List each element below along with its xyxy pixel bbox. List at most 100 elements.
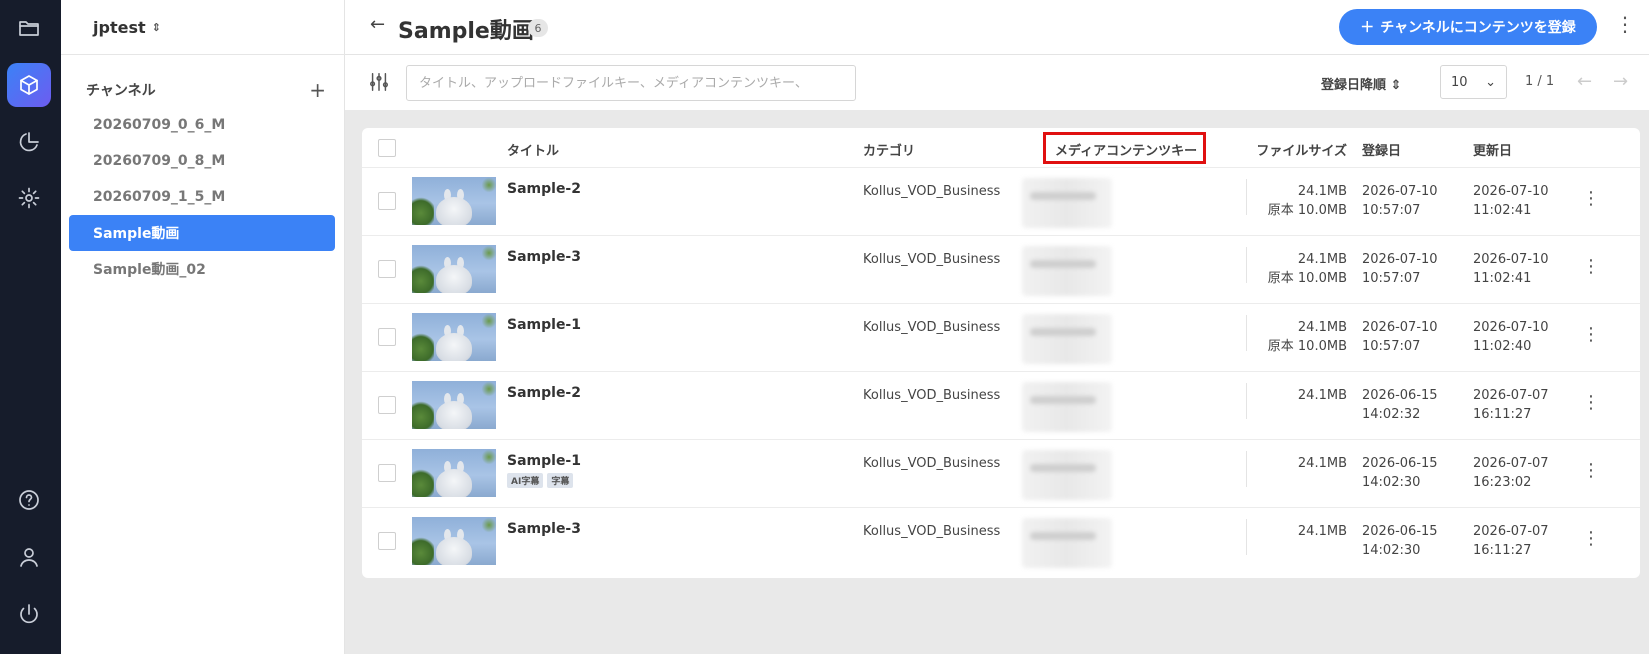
row-more-icon[interactable]: ⋮ — [1582, 530, 1600, 548]
row-checkbox[interactable] — [378, 532, 396, 550]
file-size-value: 24.1MB — [1297, 252, 1347, 267]
row-registered-date: 2026-06-15 14:02:30 — [1362, 522, 1438, 560]
row-registered-date: 2026-06-15 14:02:32 — [1362, 386, 1438, 424]
help-icon[interactable] — [7, 478, 51, 522]
video-thumbnail[interactable] — [412, 313, 496, 361]
add-channel-icon[interactable]: + — [309, 80, 326, 100]
row-file-size: 24.1MB 原本 10.0MB — [1222, 182, 1347, 220]
blurred-media-key — [1022, 382, 1112, 432]
video-thumbnail[interactable] — [412, 245, 496, 293]
row-more-icon[interactable]: ⋮ — [1582, 190, 1600, 208]
row-title[interactable]: Sample-1 — [507, 317, 581, 333]
row-more-icon[interactable]: ⋮ — [1582, 258, 1600, 276]
row-file-size: 24.1MB 原本 10.0MB — [1222, 318, 1347, 356]
icon-rail — [0, 0, 61, 654]
original-size-value: 原本 10.0MB — [1267, 271, 1347, 286]
row-category: Kollus_VOD_Business — [863, 184, 1001, 199]
highlight-box — [1043, 132, 1206, 164]
row-category: Kollus_VOD_Business — [863, 388, 1001, 403]
sort-updown-icon: ⇕ — [1390, 78, 1402, 93]
row-file-size: 24.1MB — [1222, 386, 1347, 405]
back-arrow-icon[interactable]: ← — [370, 14, 385, 35]
file-size-value: 24.1MB — [1297, 456, 1347, 471]
per-page-select[interactable]: 10 ⌄ — [1440, 65, 1507, 99]
blurred-media-key — [1022, 178, 1112, 228]
row-checkbox[interactable] — [378, 192, 396, 210]
row-registered-date: 2026-07-10 10:57:07 — [1362, 182, 1438, 220]
time-value: 16:11:27 — [1473, 407, 1532, 422]
power-icon[interactable] — [7, 592, 51, 636]
chevron-down-icon: ⌄ — [1485, 74, 1496, 90]
table-row[interactable]: Sample-1 Kollus_VOD_Business 24.1MB 原本 10… — [362, 304, 1640, 372]
page-header: ← Sample動画 6 ＋ チャンネルにコンテンツを登録 ⋮ — [345, 0, 1649, 55]
row-title[interactable]: Sample-3 — [507, 249, 581, 265]
workspace-selector[interactable]: jptest ⇕ — [93, 18, 161, 37]
row-title[interactable]: Sample-2 — [507, 385, 581, 401]
video-thumbnail[interactable] — [412, 381, 496, 429]
row-title[interactable]: Sample-1 — [507, 453, 581, 469]
next-page-icon[interactable]: → — [1613, 71, 1628, 92]
sidebar-item-channel-active[interactable]: Sample動画 — [69, 215, 335, 251]
video-thumbnail[interactable] — [412, 177, 496, 225]
divider — [61, 54, 345, 55]
channel-sidebar: jptest ⇕ チャンネル + 20260709_0_6_M 20260709… — [61, 0, 345, 654]
workspace-name: jptest — [93, 18, 146, 37]
table-header: タイトル カテゴリ メディアコンテンツキー ファイルサイズ 登録日 更新日 — [362, 128, 1640, 168]
row-checkbox[interactable] — [378, 396, 396, 414]
row-title[interactable]: Sample-2 — [507, 181, 581, 197]
row-checkbox[interactable] — [378, 260, 396, 278]
date-value: 2026-07-07 — [1473, 456, 1549, 471]
cube-icon[interactable] — [7, 63, 51, 107]
pie-chart-icon[interactable] — [7, 120, 51, 164]
date-value: 2026-07-10 — [1473, 252, 1549, 267]
user-icon[interactable] — [7, 535, 51, 579]
table-row[interactable]: Sample-3 Kollus_VOD_Business 24.1MB 原本 10… — [362, 236, 1640, 304]
column-category[interactable]: カテゴリ — [863, 140, 915, 159]
row-tags: AI字幕 字幕 — [507, 473, 574, 488]
row-more-icon[interactable]: ⋮ — [1582, 394, 1600, 412]
column-updated-date[interactable]: 更新日 — [1473, 140, 1512, 159]
date-value: 2026-07-07 — [1473, 388, 1549, 403]
content-count-badge: 6 — [528, 19, 548, 37]
original-size-value: 原本 10.0MB — [1267, 203, 1347, 218]
file-size-value: 24.1MB — [1297, 184, 1347, 199]
gear-icon[interactable] — [7, 176, 51, 220]
sidebar-item-channel[interactable]: 20260709_0_8_M — [69, 143, 335, 179]
row-more-icon[interactable]: ⋮ — [1582, 462, 1600, 480]
row-checkbox[interactable] — [378, 464, 396, 482]
sort-dropdown[interactable]: 登録日降順 ⇕ — [1321, 74, 1401, 93]
date-value: 2026-07-07 — [1473, 524, 1549, 539]
table-row[interactable]: Sample-2 Kollus_VOD_Business 24.1MB 2026… — [362, 372, 1640, 440]
table-row[interactable]: Sample-2 Kollus_VOD_Business 24.1MB 原本 10… — [362, 168, 1640, 236]
search-input[interactable] — [406, 65, 856, 101]
row-checkbox[interactable] — [378, 328, 396, 346]
blurred-media-key — [1022, 246, 1112, 296]
table-row[interactable]: Sample-1 AI字幕 字幕 Kollus_VOD_Business 24.… — [362, 440, 1640, 508]
file-size-value: 24.1MB — [1297, 524, 1347, 539]
video-thumbnail[interactable] — [412, 517, 496, 565]
column-registered-date[interactable]: 登録日 — [1362, 140, 1401, 159]
date-value: 2026-07-10 — [1362, 184, 1438, 199]
filter-sliders-icon[interactable] — [368, 71, 390, 97]
prev-page-icon[interactable]: ← — [1577, 71, 1592, 92]
sidebar-item-channel[interactable]: Sample動画_02 — [69, 251, 335, 287]
date-value: 2026-07-10 — [1473, 184, 1549, 199]
sidebar-item-channel[interactable]: 20260709_1_5_M — [69, 179, 335, 215]
column-file-size[interactable]: ファイルサイズ — [1232, 140, 1347, 159]
select-all-checkbox[interactable] — [378, 139, 396, 157]
video-thumbnail[interactable] — [412, 449, 496, 497]
table-row[interactable]: Sample-3 Kollus_VOD_Business 24.1MB 2026… — [362, 508, 1640, 576]
column-title[interactable]: タイトル — [507, 140, 559, 159]
more-menu-icon[interactable]: ⋮ — [1615, 14, 1635, 34]
time-value: 10:57:07 — [1362, 203, 1421, 218]
register-content-button[interactable]: ＋ チャンネルにコンテンツを登録 — [1339, 9, 1597, 45]
row-category: Kollus_VOD_Business — [863, 252, 1001, 267]
date-value: 2026-06-15 — [1362, 456, 1438, 471]
row-title[interactable]: Sample-3 — [507, 521, 581, 537]
folder-icon[interactable] — [7, 6, 51, 50]
channel-heading: チャンネル — [86, 83, 156, 99]
row-file-size: 24.1MB — [1222, 522, 1347, 541]
sidebar-item-channel[interactable]: 20260709_0_6_M — [69, 107, 335, 143]
row-more-icon[interactable]: ⋮ — [1582, 326, 1600, 344]
page-title: Sample動画 — [398, 19, 534, 44]
